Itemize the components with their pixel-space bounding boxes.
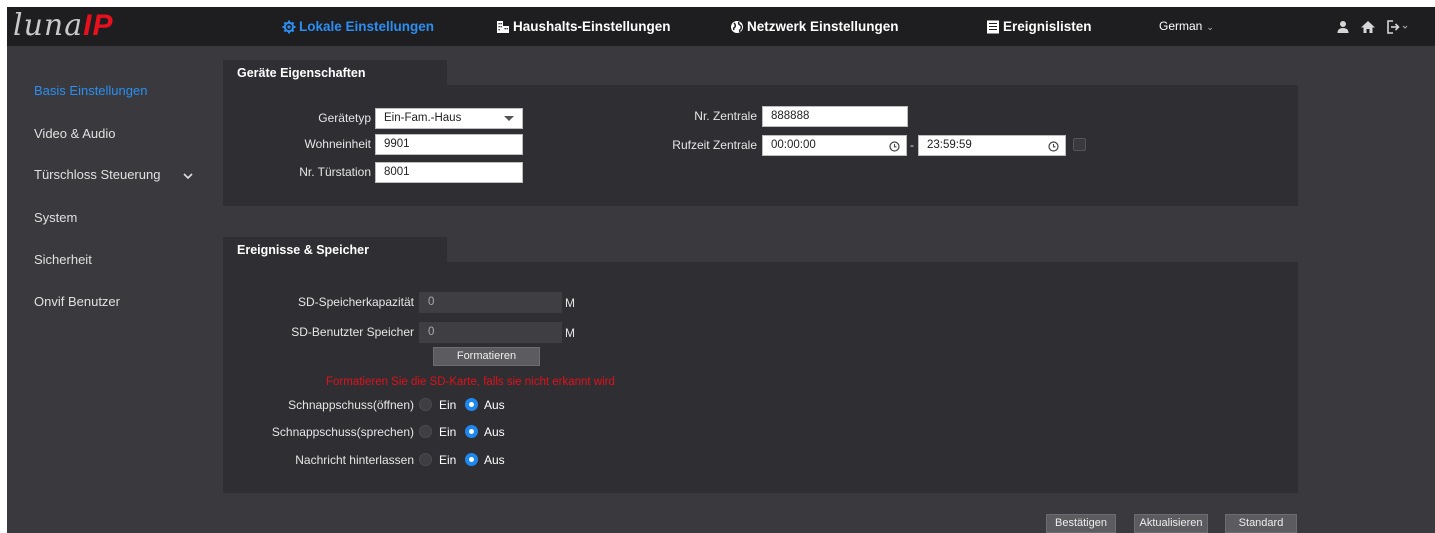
call-time-from-value: 00:00:00 — [771, 139, 816, 151]
unit-field[interactable]: 9901 — [375, 134, 523, 155]
home-icon[interactable] — [1360, 19, 1376, 35]
tab-geraete-eigenschaften: Geräte Eigenschaften — [223, 60, 447, 86]
sidebar: Basis Einstellungen Video & Audio Türsch… — [7, 46, 215, 533]
format-button[interactable]: Formatieren — [433, 347, 540, 366]
sidebar-item-tuerschloss-steuerung[interactable]: Türschloss Steuerung — [34, 167, 160, 182]
sidebar-item-sicherheit[interactable]: Sicherheit — [34, 252, 92, 267]
brand-logo: lunaIP — [13, 8, 114, 43]
sidebar-item-basis-einstellungen[interactable]: Basis Einstellungen — [34, 83, 147, 98]
snapshot-talk-off-label: Aus — [484, 425, 505, 439]
device-type-value: Ein-Fam.-Haus — [384, 112, 462, 124]
sidebar-item-onvif-benutzer[interactable]: Onvif Benutzer — [34, 294, 120, 309]
leave-message-on-label: Ein — [439, 453, 457, 467]
device-type-select[interactable]: Ein-Fam.-Haus — [375, 108, 523, 129]
leave-message-on-radio[interactable] — [419, 453, 432, 466]
sidebar-item-system[interactable]: System — [34, 210, 77, 225]
nav-label: Netzwerk Einstellungen — [747, 19, 899, 34]
leave-message-label: Nachricht hinterlassen — [295, 453, 414, 467]
call-time-separator: - — [910, 138, 914, 152]
chevron-down-icon[interactable] — [183, 170, 193, 180]
language-selector[interactable]: German ⌄ — [1159, 7, 1214, 47]
nav-label: Haushalts-Einstellungen — [513, 19, 671, 34]
snapshot-talk-on-label: Ein — [439, 425, 457, 439]
default-button[interactable]: Standard — [1225, 514, 1297, 533]
sd-capacity-field: 0 — [419, 292, 562, 313]
unit-label: Wohneinheit — [304, 137, 372, 151]
station-label: Nr. Türstation — [299, 165, 371, 179]
device-type-label: Gerätetyp — [318, 111, 371, 125]
leave-message-off-radio[interactable] — [465, 453, 478, 466]
call-time-to-field[interactable]: 23:59:59 — [918, 135, 1066, 156]
snapshot-open-label: Schnappschuss(öffnen) — [288, 398, 414, 412]
nav-haushalts-einstellungen[interactable]: Haushalts-Einstellungen — [496, 7, 671, 46]
nav-ereignislisten[interactable]: Ereignislisten — [986, 7, 1092, 46]
chevron-down-icon: ⌄ — [1206, 22, 1214, 32]
snapshot-open-off-radio[interactable] — [465, 398, 478, 411]
sd-used-unit: M — [565, 326, 575, 340]
list-icon — [986, 20, 1000, 34]
snapshot-talk-on-radio[interactable] — [419, 425, 432, 438]
nav-lokale-einstellungen[interactable]: Lokale Einstellungen — [282, 7, 434, 46]
dropdown-arrow-icon — [504, 116, 514, 121]
sidebar-item-video-audio[interactable]: Video & Audio — [34, 126, 115, 141]
nav-label: Lokale Einstellungen — [299, 19, 435, 34]
language-label: German — [1159, 19, 1203, 33]
station-field[interactable]: 8001 — [375, 162, 523, 183]
snapshot-talk-off-radio[interactable] — [465, 425, 478, 438]
nav-netzwerk-einstellungen[interactable]: Netzwerk Einstellungen — [730, 7, 899, 46]
central-field[interactable]: 888888 — [762, 106, 908, 127]
app-frame: lunaIP Lokale Einstellungen Haushalts-Ei… — [7, 7, 1435, 533]
gear-icon — [282, 20, 296, 34]
sd-used-field: 0 — [419, 322, 562, 343]
tab-ereignisse-speicher: Ereignisse & Speicher — [223, 237, 447, 263]
nav-label: Ereignislisten — [1003, 19, 1092, 34]
sd-used-label: SD-Benutzter Speicher — [291, 325, 414, 339]
building-icon — [496, 20, 510, 34]
globe-icon — [730, 20, 744, 34]
snapshot-open-off-label: Aus — [484, 398, 505, 412]
sd-capacity-label: SD-Speicherkapazität — [297, 295, 414, 309]
refresh-button[interactable]: Aktualisieren — [1134, 514, 1208, 533]
logout-icon[interactable] — [1386, 19, 1410, 35]
snapshot-talk-label: Schnappschuss(sprechen) — [271, 425, 414, 439]
leave-message-off-label: Aus — [484, 453, 505, 467]
clock-icon[interactable] — [1048, 140, 1059, 152]
call-time-from-field[interactable]: 00:00:00 — [762, 135, 907, 156]
top-navigation-bar: lunaIP Lokale Einstellungen Haushalts-Ei… — [7, 7, 1435, 46]
central-label: Nr. Zentrale — [694, 109, 757, 123]
call-time-to-value: 23:59:59 — [927, 139, 972, 151]
call-time-checkbox[interactable] — [1073, 138, 1086, 151]
format-warning-text: Formatieren Sie die SD-Karte, falls sie … — [326, 376, 615, 388]
sd-capacity-unit: M — [565, 296, 575, 310]
snapshot-open-on-radio[interactable] — [419, 398, 432, 411]
confirm-button[interactable]: Bestätigen — [1046, 514, 1116, 533]
clock-icon[interactable] — [889, 140, 900, 152]
user-icon[interactable] — [1335, 19, 1351, 35]
snapshot-open-on-label: Ein — [439, 398, 457, 412]
call-time-label: Rufzeit Zentrale — [672, 138, 757, 152]
